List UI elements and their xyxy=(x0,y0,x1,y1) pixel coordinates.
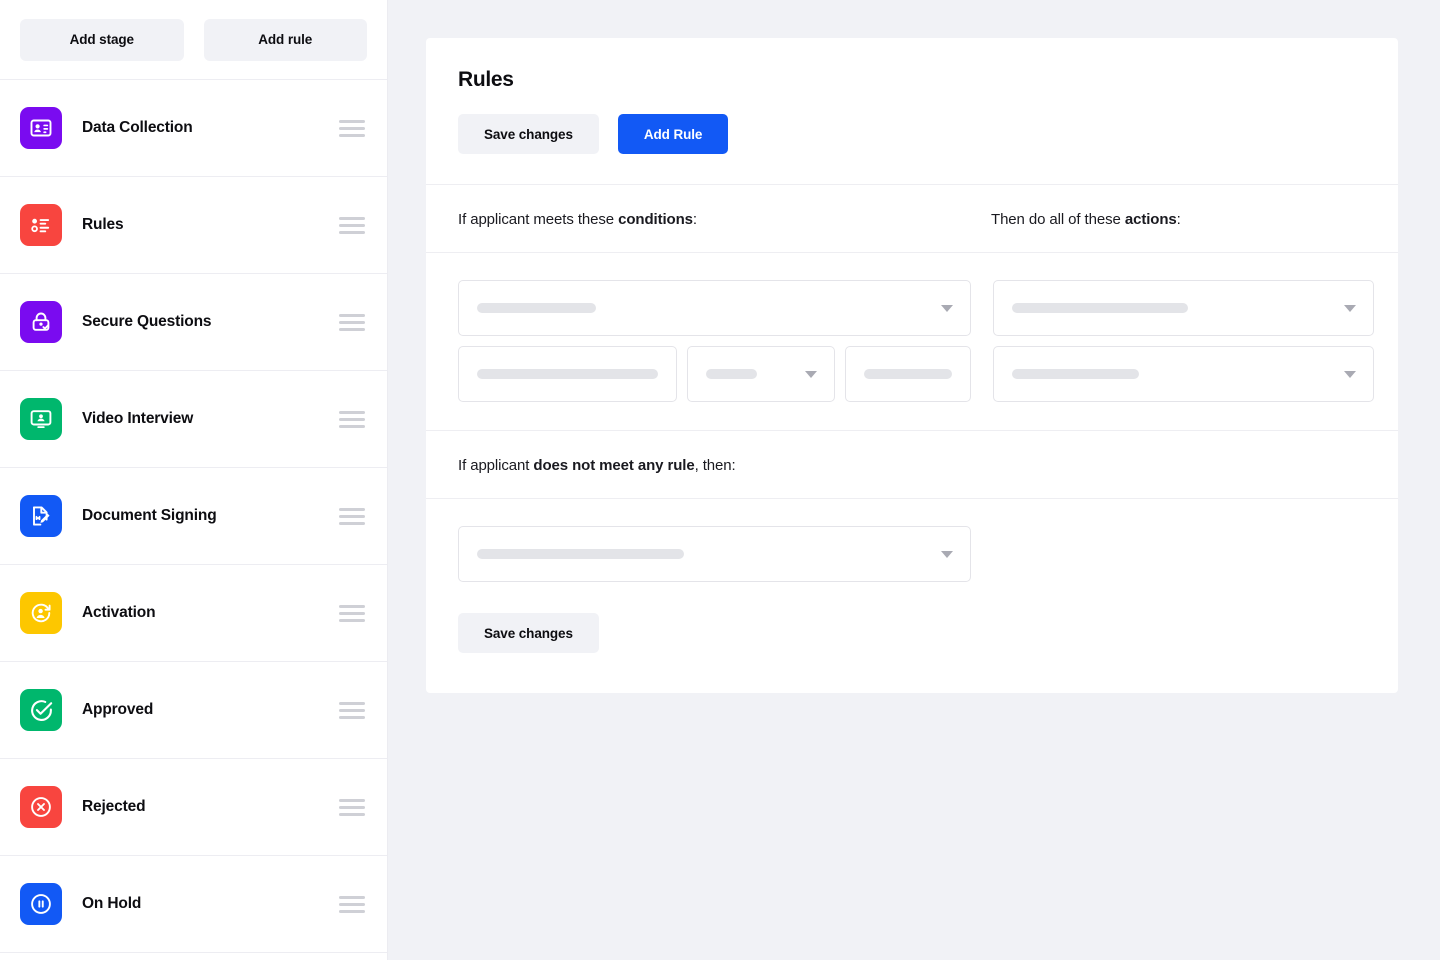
drag-handle-icon[interactable] xyxy=(339,506,367,526)
page-title: Rules xyxy=(458,68,514,91)
actions-prompt: Then do all of these actions: xyxy=(991,211,1366,228)
fallback-action-select[interactable] xyxy=(458,526,971,582)
save-changes-button-top[interactable]: Save changes xyxy=(458,114,599,154)
add-stage-button[interactable]: Add stage xyxy=(20,18,184,61)
sidebar-action-bar: Add stage Add rule xyxy=(0,0,387,80)
sidebar-item-rejected[interactable]: Rejected xyxy=(0,759,387,856)
actions-prompt-tail: : xyxy=(1176,211,1181,228)
condition-primary-select-placeholder xyxy=(477,303,596,313)
sidebar-item-label: Activation xyxy=(82,604,156,621)
sidebar-item-label: Secure Questions xyxy=(82,313,212,330)
document-pen-icon xyxy=(20,495,62,537)
fallback-prompt-emphasis: does not meet any rule xyxy=(533,457,695,474)
condition-field-select-placeholder xyxy=(477,369,658,379)
monitor-person-icon xyxy=(20,398,62,440)
fallback-header: If applicant does not meet any rule, the… xyxy=(426,431,1398,499)
condition-operator-select[interactable] xyxy=(687,346,835,402)
action-select-2[interactable] xyxy=(993,346,1374,402)
chevron-down-icon xyxy=(941,305,953,312)
sidebar-item-label: Video Interview xyxy=(82,410,194,427)
actions-column-header: Then do all of these actions: xyxy=(991,211,1366,228)
lock-check-icon xyxy=(20,301,62,343)
chevron-down-icon xyxy=(1344,371,1356,378)
drag-handle-icon[interactable] xyxy=(339,409,367,429)
action-select-1-placeholder xyxy=(1012,303,1188,313)
fallback-prompt-lead: If applicant xyxy=(458,457,534,474)
drag-handle-icon[interactable] xyxy=(339,894,367,914)
pause-circle-icon xyxy=(20,883,62,925)
person-refresh-icon xyxy=(20,592,62,634)
sidebar-item-secure-questions[interactable]: Secure Questions xyxy=(0,274,387,371)
conditions-column-header: If applicant meets these conditions: xyxy=(458,211,991,228)
conditions-prompt-tail: : xyxy=(692,211,697,228)
sidebar-item-label: Data Collection xyxy=(82,119,193,136)
sidebar-item-rules[interactable]: Rules xyxy=(0,177,387,274)
check-circle-icon xyxy=(20,689,62,731)
sidebar-item-approved[interactable]: Approved xyxy=(0,662,387,759)
actions-prompt-lead: Then do all of these xyxy=(991,211,1125,228)
add-rule-button-sidebar[interactable]: Add rule xyxy=(203,18,367,61)
chevron-down-icon xyxy=(941,551,953,558)
actions-prompt-emphasis: actions xyxy=(1124,211,1177,228)
sidebar-item-label: Rules xyxy=(82,216,124,233)
main-content: Rules Save changes Add Rule If applicant… xyxy=(388,0,1440,960)
drag-handle-icon[interactable] xyxy=(339,118,367,138)
drag-handle-icon[interactable] xyxy=(339,603,367,623)
stage-list: Data Collection Rules Secure Questions Vide… xyxy=(0,80,387,953)
sidebar-item-activation[interactable]: Activation xyxy=(0,565,387,662)
sidebar-item-label: Approved xyxy=(82,701,154,718)
sidebar-item-data-collection[interactable]: Data Collection xyxy=(0,80,387,177)
condition-value-input[interactable] xyxy=(845,346,971,402)
conditions-prompt-emphasis: conditions xyxy=(618,211,693,228)
fallback-body: Save changes xyxy=(426,499,1398,693)
conditions-prompt: If applicant meets these conditions: xyxy=(458,211,991,228)
sidebar-item-label: Document Signing xyxy=(82,507,217,524)
chevron-down-icon xyxy=(805,371,817,378)
condition-operator-select-placeholder xyxy=(706,369,757,379)
rules-header-buttons: Save changes Add Rule xyxy=(458,114,1366,154)
conditions-prompt-lead: If applicant meets these xyxy=(458,211,619,228)
rules-card: Rules Save changes Add Rule If applicant… xyxy=(426,38,1398,693)
fallback-action-select-placeholder xyxy=(477,549,684,559)
condition-field-select[interactable] xyxy=(458,346,677,402)
action-select-1[interactable] xyxy=(993,280,1374,336)
drag-handle-icon[interactable] xyxy=(339,312,367,332)
sidebar-item-video-interview[interactable]: Video Interview xyxy=(0,371,387,468)
drag-handle-icon[interactable] xyxy=(339,215,367,235)
fallback-prompt: If applicant does not meet any rule, the… xyxy=(458,457,1366,474)
x-circle-icon xyxy=(20,786,62,828)
drag-handle-icon[interactable] xyxy=(339,700,367,720)
stages-sidebar: Add stage Add rule Data Collection Rules S… xyxy=(0,0,388,960)
rule-columns-header: If applicant meets these conditions: The… xyxy=(426,185,1398,253)
actions-fields xyxy=(993,280,1374,402)
sidebar-item-label: On Hold xyxy=(82,895,142,912)
id-card-icon xyxy=(20,107,62,149)
condition-detail-row xyxy=(458,346,971,402)
rules-card-header: Rules Save changes Add Rule xyxy=(426,38,1398,185)
action-select-2-placeholder xyxy=(1012,369,1139,379)
sidebar-item-on-hold[interactable]: On Hold xyxy=(0,856,387,953)
condition-value-input-placeholder xyxy=(864,369,952,379)
rules-builder-screen: Add stage Add rule Data Collection Rules S… xyxy=(0,0,1440,960)
sidebar-item-document-signing[interactable]: Document Signing xyxy=(0,468,387,565)
rule-row xyxy=(426,253,1398,431)
chevron-down-icon xyxy=(1344,305,1356,312)
add-rule-button[interactable]: Add Rule xyxy=(617,114,729,154)
sidebar-item-label: Rejected xyxy=(82,798,146,815)
drag-handle-icon[interactable] xyxy=(339,797,367,817)
bullet-list-icon xyxy=(20,204,62,246)
condition-primary-select[interactable] xyxy=(458,280,971,336)
conditions-fields xyxy=(458,280,971,402)
fallback-prompt-tail: , then: xyxy=(694,457,736,474)
save-changes-button-bottom[interactable]: Save changes xyxy=(458,613,599,653)
